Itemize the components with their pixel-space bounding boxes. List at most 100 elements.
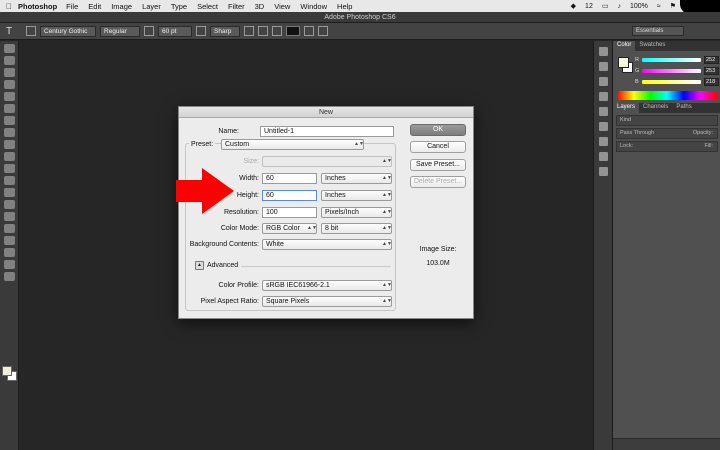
3d-panel-icon[interactable] <box>598 167 608 176</box>
history-brush-tool-icon[interactable] <box>3 152 15 161</box>
crop-tool-icon[interactable] <box>3 92 15 101</box>
tab-color[interactable]: Color <box>613 41 636 51</box>
width-unit-select[interactable]: Inches ▲▼ <box>321 173 392 184</box>
color-spectrum[interactable] <box>617 91 717 100</box>
layer-filter-kind[interactable]: Kind <box>616 115 718 126</box>
name-field[interactable]: Untitled-1 <box>260 126 394 137</box>
menu-layer[interactable]: Layer <box>142 2 161 11</box>
menu-app-photoshop[interactable]: Photoshop <box>18 2 57 11</box>
menu-help[interactable]: Help <box>337 2 352 11</box>
b-value[interactable]: 218 <box>704 77 719 86</box>
color-mode-select[interactable]: RGB Color ▲▼ <box>262 223 317 234</box>
adjustments-panel-icon[interactable] <box>598 107 608 116</box>
notification-count[interactable]: 12 <box>585 3 593 10</box>
toolbox <box>0 41 19 450</box>
align-center-icon[interactable] <box>258 26 268 36</box>
blend-mode-select[interactable]: Pass Through <box>620 129 654 138</box>
menu-filter[interactable]: Filter <box>228 2 245 11</box>
align-left-icon[interactable] <box>244 26 254 36</box>
tab-paths[interactable]: Paths <box>672 103 695 113</box>
eraser-tool-icon[interactable] <box>3 164 15 173</box>
resolution-unit-select[interactable]: Pixels/Inch ▲▼ <box>321 207 392 218</box>
wifi-icon[interactable]: ≈ <box>657 3 661 10</box>
hand-tool-icon[interactable] <box>3 260 15 269</box>
width-field[interactable]: 60 <box>262 173 317 184</box>
font-size-select[interactable]: 60 pt <box>158 25 192 37</box>
ok-button[interactable]: OK <box>410 124 466 136</box>
menu-image[interactable]: Image <box>111 2 132 11</box>
menu-select[interactable]: Select <box>197 2 218 11</box>
properties-panel-icon[interactable] <box>598 62 608 71</box>
apple-menu-icon[interactable]:  <box>0 2 18 11</box>
airplay-icon[interactable]: ▭ <box>602 2 609 10</box>
text-color-swatch[interactable] <box>286 26 300 36</box>
zoom-tool-icon[interactable] <box>3 272 15 281</box>
move-tool-icon[interactable] <box>3 44 15 53</box>
orientation-toggle-icon[interactable] <box>26 26 36 36</box>
font-size-icon <box>144 26 154 36</box>
panel-foreground-swatch[interactable] <box>618 57 629 68</box>
advanced-toggle-icon[interactable]: ▲ <box>195 261 204 270</box>
background-contents-select[interactable]: White ▲▼ <box>262 239 392 250</box>
right-panels: Color Swatches R 252 G 253 B 218 Layers … <box>612 41 720 450</box>
bit-depth-select[interactable]: 8 bit ▲▼ <box>321 223 392 234</box>
volume-icon[interactable]: ♪ <box>617 3 621 10</box>
preset-select[interactable]: Custom ▲▼ <box>221 139 364 150</box>
eyedropper-tool-icon[interactable] <box>3 104 15 113</box>
brush-tool-icon[interactable] <box>3 128 15 137</box>
character-panel-dock-icon[interactable] <box>598 122 608 131</box>
history-panel-icon[interactable] <box>598 47 608 56</box>
menu-window[interactable]: Window <box>300 2 327 11</box>
g-value[interactable]: 253 <box>704 66 719 75</box>
gradient-tool-icon[interactable] <box>3 176 15 185</box>
type-tool-box-icon[interactable] <box>3 224 15 233</box>
marquee-tool-icon[interactable] <box>3 56 15 65</box>
menu-file[interactable]: File <box>66 2 78 11</box>
tab-channels[interactable]: Channels <box>639 103 672 113</box>
flag-icon[interactable]: ⚑ <box>670 2 676 10</box>
dodge-tool-icon[interactable] <box>3 200 15 209</box>
advanced-label[interactable]: Advanced <box>207 260 238 271</box>
pixel-aspect-select[interactable]: Square Pixels ▲▼ <box>262 296 392 307</box>
cancel-button[interactable]: Cancel <box>410 141 466 153</box>
path-select-tool-icon[interactable] <box>3 236 15 245</box>
tab-layers[interactable]: Layers <box>613 103 640 113</box>
menu-view[interactable]: View <box>274 2 290 11</box>
tab-swatches[interactable]: Swatches <box>635 41 669 51</box>
r-value[interactable]: 252 <box>704 55 719 64</box>
paragraph-panel-icon[interactable] <box>598 137 608 146</box>
warp-text-icon[interactable] <box>304 26 314 36</box>
font-style-select[interactable]: Regular <box>100 25 140 37</box>
blur-tool-icon[interactable] <box>3 188 15 197</box>
foreground-color-swatch[interactable] <box>2 366 12 376</box>
height-unit-select[interactable]: Inches ▲▼ <box>321 190 392 201</box>
b-slider[interactable] <box>641 79 701 84</box>
menu-edit[interactable]: Edit <box>88 2 101 11</box>
menu-type[interactable]: Type <box>171 2 187 11</box>
align-right-icon[interactable] <box>272 26 282 36</box>
resolution-field[interactable]: 100 <box>262 207 317 218</box>
antialias-select[interactable]: Sharp <box>210 25 240 37</box>
g-slider[interactable] <box>642 68 701 73</box>
quick-select-tool-icon[interactable] <box>3 80 15 89</box>
healing-tool-icon[interactable] <box>3 116 15 125</box>
clone-stamp-tool-icon[interactable] <box>3 140 15 149</box>
clone-source-panel-icon[interactable] <box>598 92 608 101</box>
battery-percent[interactable]: 100% <box>630 3 648 10</box>
r-slider[interactable] <box>641 57 701 62</box>
save-preset-button[interactable]: Save Preset... <box>410 159 466 171</box>
type-tool-icon[interactable]: T <box>6 26 22 37</box>
shape-tool-icon[interactable] <box>3 248 15 257</box>
pen-tool-icon[interactable] <box>3 212 15 221</box>
workspace-select[interactable]: Essentials <box>632 26 684 36</box>
lasso-tool-icon[interactable] <box>3 68 15 77</box>
dropbox-icon[interactable]: ◆ <box>571 2 576 10</box>
color-profile-select[interactable]: sRGB IEC61966-2.1 ▲▼ <box>262 280 392 291</box>
height-field[interactable]: 60 <box>262 190 317 201</box>
brush-panel-icon[interactable] <box>598 77 608 86</box>
mac-menubar:  Photoshop File Edit Image Layer Type S… <box>0 0 720 14</box>
character-panel-icon[interactable] <box>318 26 328 36</box>
notes-panel-icon[interactable] <box>598 152 608 161</box>
menu-3d[interactable]: 3D <box>255 2 265 11</box>
font-family-select[interactable]: Century Gothic <box>40 25 96 37</box>
